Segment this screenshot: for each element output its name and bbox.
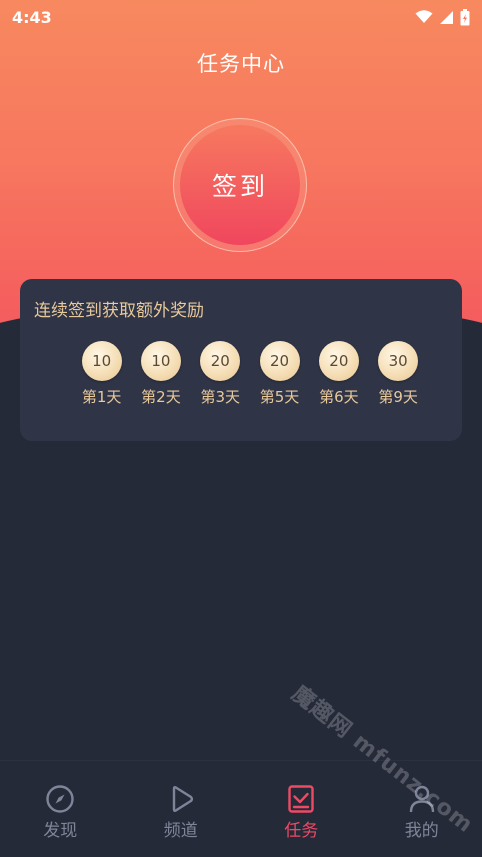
- page-title: 任务中心: [197, 52, 285, 76]
- wifi-icon: [415, 10, 433, 23]
- nav-item-discover[interactable]: 发现: [0, 761, 121, 857]
- task-check-icon: [288, 784, 314, 813]
- reward-coin: 30: [378, 341, 419, 381]
- checkin-label: 签到: [211, 172, 268, 201]
- battery-icon: [460, 8, 470, 25]
- reward-day-label: 第9天: [378, 388, 418, 406]
- reward-day-label: 第1天: [81, 388, 122, 406]
- profile-icon: [409, 785, 434, 812]
- checkin-button-face[interactable]: 签到: [180, 125, 300, 245]
- nav-label-discover: 发现: [43, 820, 78, 841]
- reward-day: 10 第2天: [131, 341, 190, 407]
- compass-icon: [46, 784, 74, 813]
- reward-day: 30 第9天: [368, 341, 427, 407]
- reward-day: 10 第1天: [72, 341, 131, 407]
- reward-day-label: 第2天: [141, 388, 181, 406]
- nav-label-channels: 频道: [163, 820, 198, 841]
- nav-item-profile[interactable]: 我的: [362, 761, 482, 857]
- bottom-navigation: 发现 频道 任务 我的: [0, 760, 482, 857]
- status-icons: [415, 8, 470, 26]
- reward-day-label: 第6天: [319, 388, 359, 406]
- nav-label-tasks: 任务: [284, 820, 319, 841]
- play-icon: [172, 785, 193, 812]
- reward-day: 20 第5天: [250, 341, 309, 407]
- checkin-button[interactable]: 签到: [173, 118, 307, 252]
- status-bar: 4:43: [0, 0, 482, 34]
- reward-card-title: 连续签到获取额外奖励: [34, 301, 204, 321]
- streak-reward-card: 连续签到获取额外奖励 10 第1天 10 第2天 20 第3天 20 第5天 2…: [20, 279, 462, 441]
- reward-coin: 20: [200, 341, 241, 381]
- status-time: 4:43: [12, 7, 52, 27]
- reward-coin: 10: [81, 341, 122, 381]
- nav-item-tasks[interactable]: 任务: [241, 761, 362, 857]
- reward-day-label: 第3天: [200, 388, 241, 406]
- reward-day: 20 第6天: [309, 341, 368, 407]
- nav-label-profile: 我的: [404, 820, 439, 841]
- reward-day: 20 第3天: [191, 341, 250, 407]
- reward-coin: 20: [318, 341, 359, 381]
- signal-icon: [440, 10, 453, 24]
- reward-day-label: 第5天: [259, 388, 300, 406]
- nav-item-channels[interactable]: 频道: [121, 761, 242, 857]
- reward-coin: 10: [140, 341, 181, 381]
- reward-coin: 20: [259, 341, 300, 381]
- reward-day-list: 10 第1天 10 第2天 20 第3天 20 第5天 20 第6天 30 第9…: [72, 341, 428, 407]
